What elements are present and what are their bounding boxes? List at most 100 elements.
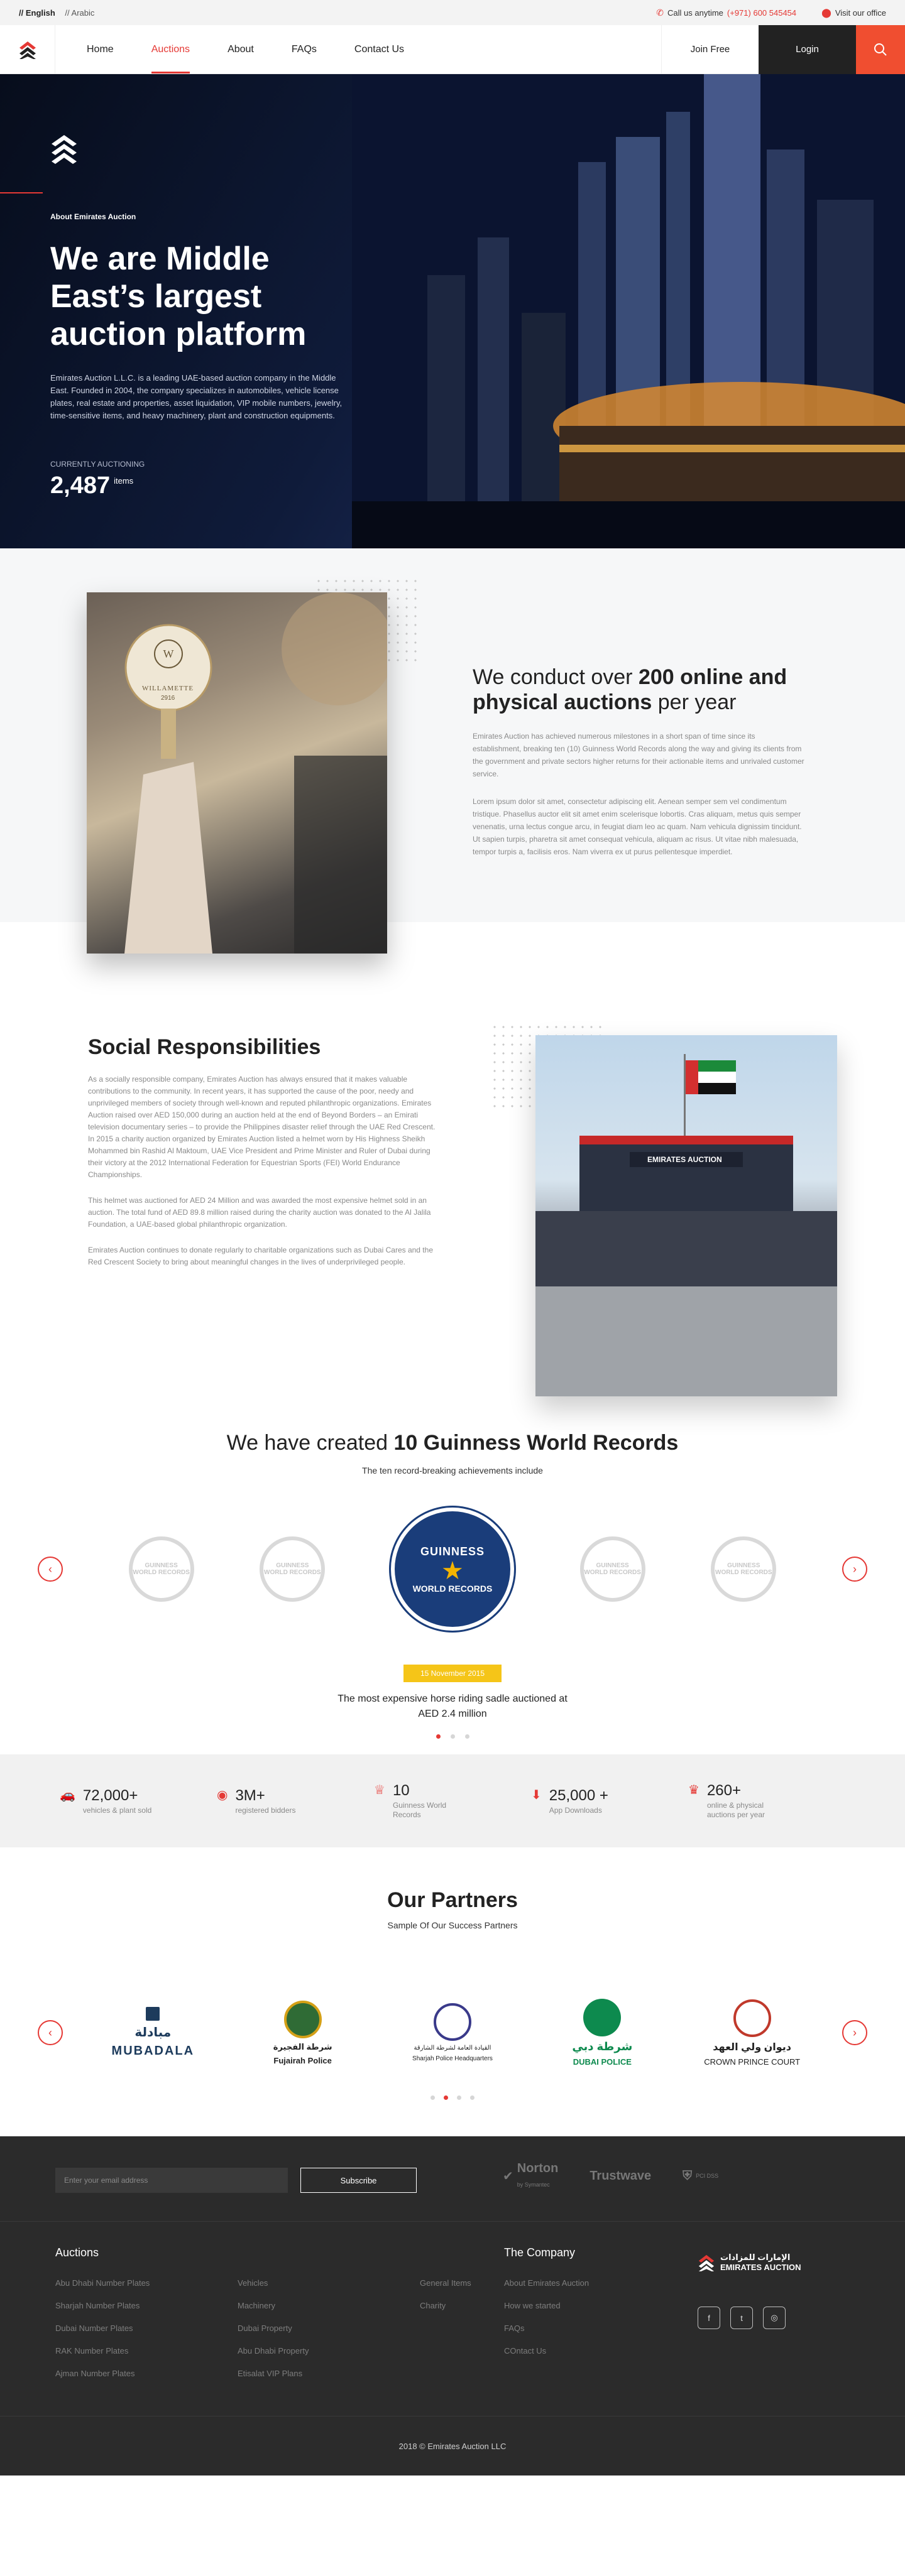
guinness-subtitle: The ten record-breaking achievements inc… — [362, 1465, 543, 1475]
hero-description: Emirates Auction L.L.C. is a leading UAE… — [50, 373, 343, 420]
record-caption: The most expensive horse riding sadle au… — [337, 1693, 568, 1719]
nav-contact[interactable]: Contact Us — [336, 25, 423, 73]
group-event-photo: EMIRATES AUCTION — [535, 1035, 837, 1396]
footer-link[interactable]: Etisalat VIP Plans — [238, 2369, 420, 2391]
stat-downloads: ⬇ 25,000 + App Downloads — [531, 1787, 688, 1815]
logo[interactable] — [0, 24, 55, 74]
footer-link[interactable]: Dubai Property — [238, 2323, 420, 2346]
carousel-prev-button[interactable]: ‹ — [38, 1557, 63, 1582]
guinness-badge[interactable]: GUINNESS WORLD RECORDS — [128, 1536, 194, 1602]
footer-link[interactable]: Charity — [420, 2301, 514, 2323]
footer-link[interactable]: COntact Us — [504, 2346, 589, 2369]
carousel-next-button[interactable]: › — [842, 1557, 867, 1582]
stat-vehicles: 🚗 72,000+ vehicles & plant sold — [60, 1787, 217, 1815]
footer-link[interactable]: Sharjah Number Plates — [55, 2301, 238, 2323]
hero-logo-icon — [52, 135, 77, 164]
pager-dot[interactable] — [457, 2095, 461, 2100]
svg-text:W: W — [163, 648, 174, 660]
email-input[interactable]: Enter your email address — [55, 2168, 288, 2193]
facebook-icon[interactable]: f — [698, 2307, 720, 2329]
search-icon — [874, 43, 887, 56]
search-button[interactable] — [856, 24, 905, 74]
partner-logo-crown-prince-court[interactable]: ديوان ولي العهد CROWN PRINCE COURT — [693, 1989, 812, 2077]
partner-logo-fujairah-police[interactable]: شرطة الفجيرة Fujairah Police — [243, 1989, 363, 2077]
conduct-title-pre: We conduct over — [473, 665, 639, 689]
conduct-section: W WILLAMETTE 2916 We conduct over 200 on… — [0, 548, 905, 954]
pager-dot[interactable] — [444, 2095, 448, 2100]
partner-arabic-name: شرطة الفجيرة — [273, 2041, 332, 2052]
partners-prev-button[interactable]: ‹ — [38, 2020, 63, 2045]
pager-dot[interactable] — [436, 1734, 441, 1739]
partners-next-button[interactable]: › — [842, 2020, 867, 2045]
count-value: 2,487 — [50, 472, 111, 499]
footer-link[interactable]: Machinery — [238, 2301, 420, 2323]
pager-dot[interactable] — [464, 1734, 469, 1739]
stat-records: ♕ 10 Guinness World Records — [374, 1782, 531, 1820]
chevron-right-icon: › — [852, 2026, 857, 2039]
footer: Enter your email address Subscribe ✔ Nort… — [0, 2136, 905, 2475]
partner-arabic-name: ديوان ولي العهد — [713, 2041, 792, 2053]
guinness-badge[interactable]: GUINNESS WORLD RECORDS — [579, 1536, 645, 1602]
norton-badge: ✔ Norton by Symantec — [503, 2161, 558, 2190]
partner-logo-sharjah-police[interactable]: القيادة العامة لشرطة الشارقة Sharjah Pol… — [393, 1989, 512, 2077]
counting-label: CURRENTLY AUCTIONING — [50, 460, 145, 469]
nav-faqs[interactable]: FAQs — [273, 25, 336, 73]
footer-link[interactable]: How we started — [504, 2301, 589, 2323]
pci-badge: ⛨ PCI DSS — [683, 2169, 718, 2183]
pager-dot[interactable] — [470, 2095, 474, 2100]
login-button[interactable]: Login — [759, 24, 856, 74]
subscribe-button[interactable]: Subscribe — [300, 2168, 417, 2193]
footer-link[interactable]: About Emirates Auction — [504, 2278, 589, 2301]
instagram-icon[interactable]: ◎ — [763, 2307, 786, 2329]
stat-label: online & physical auctions per year — [706, 1801, 765, 1819]
hero-section: About Emirates Auction We are Middle Eas… — [0, 74, 905, 548]
footer-company: The Company About Emirates Auction How w… — [504, 2246, 589, 2369]
conduct-title-post: per year — [652, 690, 737, 714]
pci-text: PCI DSS — [696, 2173, 719, 2179]
partner-logo-dubai-police[interactable]: شرطة دبي DUBAI POLICE — [542, 1989, 662, 2077]
guinness-carousel: ‹ GUINNESS WORLD RECORDS GUINNESS WORLD … — [38, 1506, 867, 1632]
record-date-badge: 15 November 2015 — [403, 1665, 502, 1682]
award-icon: ♕ — [374, 1783, 385, 1797]
phone-icon: ✆ — [656, 7, 664, 18]
guinness-badge[interactable]: GUINNESS WORLD RECORDS — [711, 1536, 777, 1602]
dubai-police-emblem-icon — [583, 1999, 622, 2036]
join-free-button[interactable]: Join Free — [661, 24, 759, 74]
car-icon: 🚗 — [60, 1788, 75, 1802]
phone-number[interactable]: (+971) 600 545454 — [727, 8, 796, 18]
visit-office-link[interactable]: ⬤ Visit our office — [821, 8, 886, 18]
stat-value: 10 — [392, 1782, 410, 1799]
stat-label: Guinness World Records — [392, 1801, 447, 1819]
footer-link[interactable]: Vehicles — [238, 2278, 420, 2301]
lang-english[interactable]: // English — [19, 8, 55, 18]
footer-link[interactable]: General Items — [420, 2278, 514, 2301]
guinness-title-bold: 10 Guinness World Records — [393, 1431, 679, 1455]
call-us[interactable]: ✆ Call us anytime (+971) 600 545454 — [656, 8, 796, 18]
footer-link[interactable]: Ajman Number Plates — [55, 2369, 238, 2391]
stat-auctions: ♛ 260+ online & physical auctions per yea… — [688, 1782, 845, 1820]
nav-auctions[interactable]: Auctions — [133, 25, 209, 73]
footer-link[interactable]: Abu Dhabi Number Plates — [55, 2278, 238, 2301]
items-count: 2,487 items — [50, 472, 346, 499]
footer-link[interactable]: Abu Dhabi Property — [238, 2346, 420, 2369]
partners-subtitle: Sample Of Our Success Partners — [387, 1920, 518, 1930]
stat-value: 260+ — [706, 1782, 741, 1799]
twitter-icon[interactable]: t — [730, 2307, 753, 2329]
partner-logo-mubadala[interactable]: مبادلة MUBADALA — [93, 1989, 212, 2077]
partners-title: Our Partners — [387, 1888, 518, 1912]
lang-arabic[interactable]: // Arabic — [65, 8, 94, 18]
pager-dot[interactable] — [431, 2095, 435, 2100]
pager-dot[interactable] — [450, 1734, 455, 1739]
norton-text: Norton — [517, 2161, 559, 2175]
footer-link[interactable]: RAK Number Plates — [55, 2346, 238, 2369]
footer-link[interactable]: FAQs — [504, 2323, 589, 2346]
carousel-pager — [0, 1734, 905, 1739]
footer-link[interactable]: Dubai Number Plates — [55, 2323, 238, 2346]
guinness-badge-active[interactable]: GUINNESS ★ WORLD RECORDS — [390, 1508, 514, 1631]
nav-home[interactable]: Home — [68, 25, 133, 73]
nav-about[interactable]: About — [209, 25, 273, 73]
stat-bidders: ◉ 3M+ registered bidders — [217, 1787, 374, 1815]
guinness-badge[interactable]: GUINNESS WORLD RECORDS — [260, 1536, 326, 1602]
social-links: f t ◎ — [698, 2307, 801, 2329]
footer-logo[interactable]: الإمارات للمزادات EMIRATES AUCTION — [698, 2253, 801, 2272]
